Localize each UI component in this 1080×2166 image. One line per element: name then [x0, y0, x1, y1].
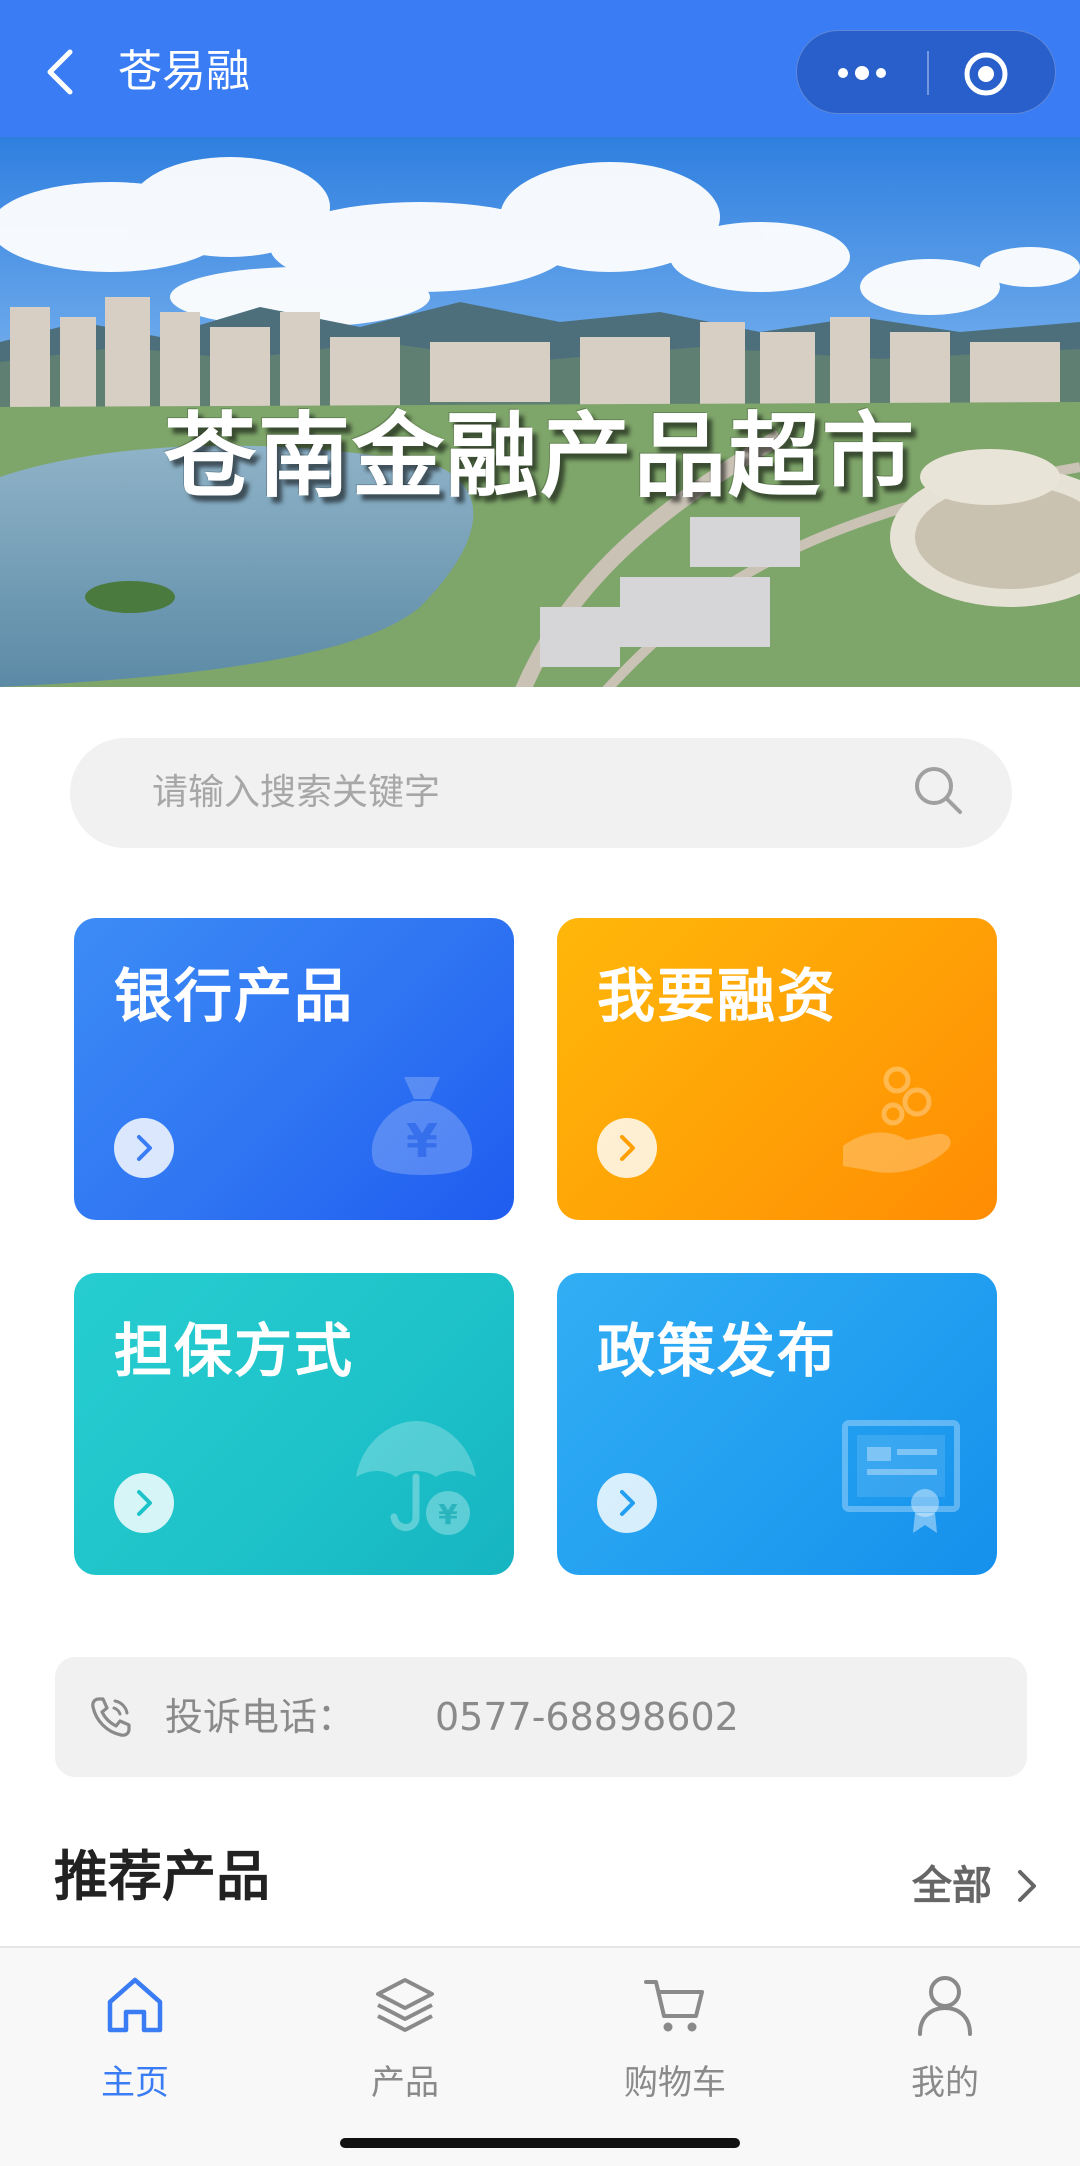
tab-label: 主页 — [101, 2063, 169, 2103]
phone-icon — [89, 1695, 133, 1739]
page-title: 苍易融 — [118, 46, 250, 97]
banner-title: 苍南金融产品超市 — [163, 402, 916, 510]
card-title: 政策发布 — [597, 1317, 838, 1385]
complaint-label: 投诉电话： — [165, 1695, 356, 1739]
view-all-link[interactable]: 全部 — [912, 1858, 992, 1914]
mini-program-capsule — [796, 30, 1056, 114]
card-arrow-button[interactable] — [597, 1473, 657, 1533]
tab-cart[interactable]: 购物车 — [540, 1948, 810, 2118]
card-arrow-button[interactable] — [597, 1118, 657, 1178]
home-icon — [102, 1972, 168, 2038]
user-icon — [912, 1972, 978, 2038]
chevron-right-icon[interactable] — [1012, 1864, 1040, 1908]
target-circle-icon[interactable] — [963, 51, 1009, 97]
top-nav-bar: 苍易融 — [0, 0, 1080, 137]
card-policy-release[interactable]: 政策发布 — [557, 1273, 997, 1575]
tab-products[interactable]: 产品 — [270, 1948, 540, 2118]
card-bank-products[interactable]: 银行产品 ¥ — [74, 918, 514, 1220]
section-title-recommended: 推荐产品 — [54, 1845, 270, 1908]
bottom-tab-bar: 主页 产品 购物车 我的 — [0, 1946, 1080, 2166]
svg-text:¥: ¥ — [438, 1498, 458, 1531]
search-icon[interactable] — [910, 762, 966, 818]
certificate-icon — [841, 1413, 965, 1541]
card-guarantee-methods[interactable]: 担保方式 ¥ — [74, 1273, 514, 1575]
more-dots-icon[interactable] — [825, 53, 899, 93]
card-arrow-button[interactable] — [114, 1473, 174, 1533]
tab-label: 购物车 — [624, 2063, 726, 2103]
search-input[interactable]: 请输入搜索关键字 — [70, 738, 1012, 848]
card-apply-financing[interactable]: 我要融资 — [557, 918, 997, 1220]
complaint-hotline[interactable]: 投诉电话： 0577-68898602 — [55, 1657, 1027, 1777]
search-placeholder: 请输入搜索关键字 — [152, 772, 441, 813]
complaint-number[interactable]: 0577-68898602 — [435, 1689, 739, 1745]
tab-profile[interactable]: 我的 — [810, 1948, 1080, 2118]
card-title: 银行产品 — [114, 962, 355, 1030]
hand-coins-icon — [837, 1058, 967, 1192]
home-indicator — [340, 2138, 740, 2148]
banner-image[interactable]: 苍南金融产品超市 — [0, 137, 1080, 687]
svg-text:¥: ¥ — [406, 1114, 438, 1168]
tab-home[interactable]: 主页 — [0, 1948, 270, 2118]
back-icon[interactable] — [38, 44, 88, 100]
layers-icon — [372, 1972, 438, 2038]
card-title: 担保方式 — [114, 1317, 355, 1385]
cart-icon — [642, 1972, 708, 2038]
money-bag-icon: ¥ — [360, 1063, 484, 1191]
tab-label: 我的 — [911, 2063, 979, 2103]
tab-label: 产品 — [371, 2063, 439, 2103]
card-title: 我要融资 — [597, 962, 838, 1030]
capsule-divider — [927, 51, 929, 95]
umbrella-yuan-icon: ¥ — [352, 1413, 482, 1547]
card-arrow-button[interactable] — [114, 1118, 174, 1178]
